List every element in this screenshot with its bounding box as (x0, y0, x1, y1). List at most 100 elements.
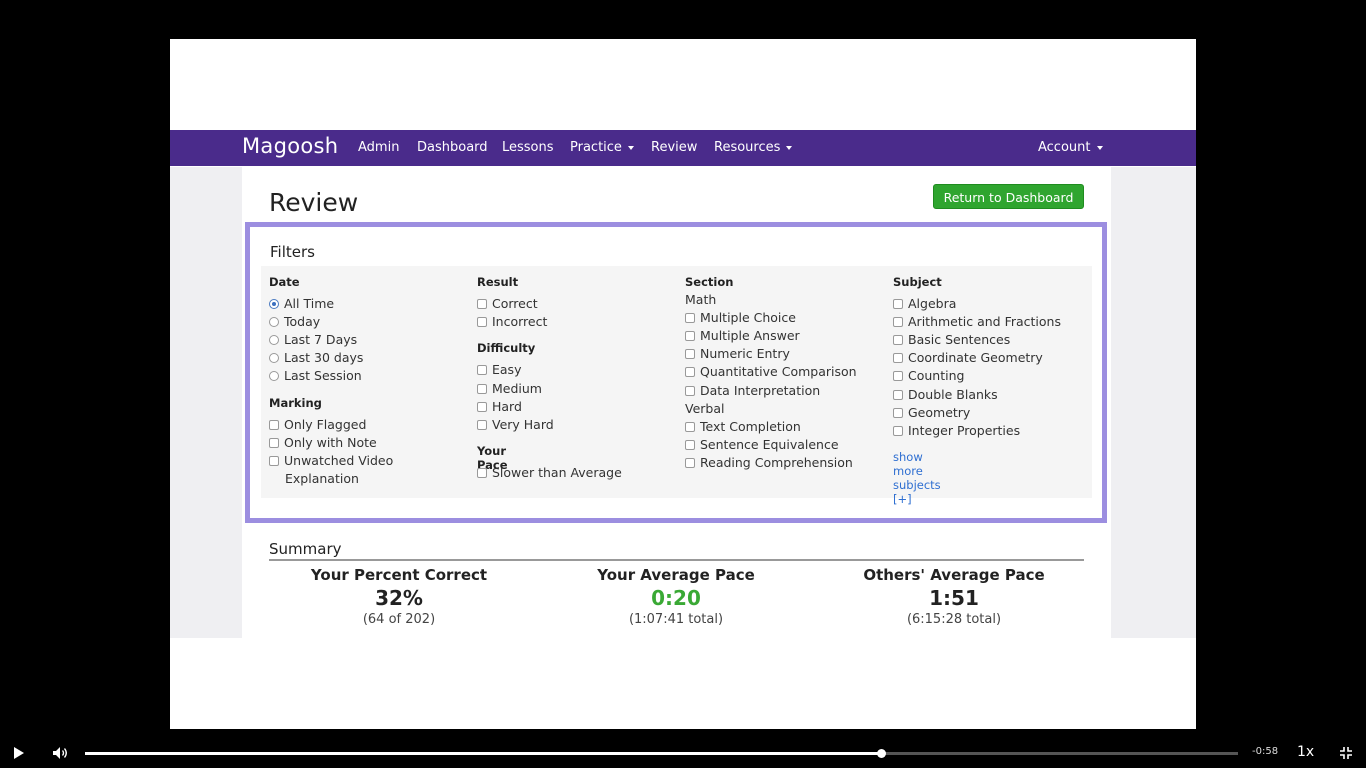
nav-lessons[interactable]: Lessons (502, 140, 554, 155)
progress-track[interactable] (85, 749, 1238, 758)
checkbox-icon[interactable] (477, 468, 487, 478)
chevron-down-icon (1096, 145, 1103, 150)
checkbox-icon[interactable] (477, 384, 487, 394)
difficulty-easy[interactable]: Easy (477, 362, 521, 377)
checkbox-icon[interactable] (893, 408, 903, 418)
checkbox-icon[interactable] (893, 390, 903, 400)
progress-fill (85, 752, 881, 755)
section-reading-comprehension[interactable]: Reading Comprehension (685, 455, 853, 470)
checkbox-icon[interactable] (477, 365, 487, 375)
checkbox-icon[interactable] (477, 420, 487, 430)
pace-slower-than-average[interactable]: Slower than Average (477, 465, 622, 480)
option-label: Correct (492, 296, 538, 311)
checkbox-icon[interactable] (685, 386, 695, 396)
checkbox-icon[interactable] (269, 456, 279, 466)
result-label: Result (477, 275, 519, 289)
option-label: Basic Sentences (908, 332, 1011, 347)
checkbox-icon[interactable] (685, 313, 695, 323)
subject-label: Subject (893, 275, 942, 289)
checkbox-icon[interactable] (893, 371, 903, 381)
checkbox-icon[interactable] (893, 353, 903, 363)
difficulty-very-hard[interactable]: Very Hard (477, 417, 554, 432)
checkbox-icon[interactable] (893, 426, 903, 436)
volume-icon[interactable] (52, 746, 68, 760)
subject-geometry[interactable]: Geometry (893, 405, 970, 420)
checkbox-icon[interactable] (477, 317, 487, 327)
option-label: Multiple Answer (700, 328, 800, 343)
section-text-completion[interactable]: Text Completion (685, 419, 801, 434)
option-label: Last 7 Days (284, 332, 358, 347)
subject-integer-properties[interactable]: Integer Properties (893, 423, 1020, 438)
difficulty-medium[interactable]: Medium (477, 381, 542, 396)
progress-handle[interactable] (876, 749, 886, 758)
date-option-last-7-days[interactable]: Last 7 Days (269, 332, 357, 347)
checkbox-icon[interactable] (685, 331, 695, 341)
difficulty-hard[interactable]: Hard (477, 399, 522, 414)
marking-label: Marking (269, 396, 322, 410)
date-label: Date (269, 275, 300, 289)
radio-selected-icon[interactable] (269, 299, 279, 309)
nav-admin[interactable]: Admin (358, 140, 399, 155)
option-label: Hard (492, 399, 522, 414)
nav-account[interactable]: Account (1038, 140, 1103, 155)
checkbox-icon[interactable] (893, 335, 903, 345)
marking-only-flagged[interactable]: Only Flagged (269, 417, 366, 432)
exit-fullscreen-icon[interactable] (1339, 746, 1353, 760)
option-label: Geometry (908, 405, 971, 420)
checkbox-icon[interactable] (477, 402, 487, 412)
playback-speed-button[interactable]: 1x (1297, 744, 1314, 760)
section-numeric-entry[interactable]: Numeric Entry (685, 346, 790, 361)
section-data-interpretation[interactable]: Data Interpretation (685, 383, 820, 398)
subject-arithmetic-fractions[interactable]: Arithmetic and Fractions (893, 314, 1061, 329)
section-multiple-answer[interactable]: Multiple Answer (685, 328, 800, 343)
checkbox-icon[interactable] (685, 458, 695, 468)
checkbox-icon[interactable] (893, 299, 903, 309)
subject-basic-sentences[interactable]: Basic Sentences (893, 332, 1010, 347)
checkbox-icon[interactable] (685, 349, 695, 359)
date-option-last-session[interactable]: Last Session (269, 368, 362, 383)
subject-algebra[interactable]: Algebra (893, 296, 956, 311)
filters-title: Filters (270, 243, 315, 261)
option-label: Algebra (908, 296, 957, 311)
magoosh-logo[interactable]: Magoosh (242, 134, 338, 158)
subject-coordinate-geometry[interactable]: Coordinate Geometry (893, 350, 1043, 365)
section-quantitative-comparison[interactable]: Quantitative Comparison (685, 364, 857, 379)
page-title: Review (269, 188, 359, 217)
return-to-dashboard-button[interactable]: Return to Dashboard (933, 184, 1084, 209)
review-page: Review Return to Dashboard Filters Date … (242, 167, 1111, 638)
section-multiple-choice[interactable]: Multiple Choice (685, 310, 796, 325)
radio-icon[interactable] (269, 335, 279, 345)
radio-icon[interactable] (269, 317, 279, 327)
date-option-last-30-days[interactable]: Last 30 days (269, 350, 363, 365)
show-more-subjects-link[interactable]: show more subjects [+] (893, 450, 941, 506)
checkbox-icon[interactable] (685, 367, 695, 377)
checkbox-icon[interactable] (685, 422, 695, 432)
result-correct[interactable]: Correct (477, 296, 538, 311)
stat-value: 1:51 (929, 586, 979, 610)
option-label: Text Completion (700, 419, 801, 434)
nav-review[interactable]: Review (651, 140, 697, 155)
result-incorrect[interactable]: Incorrect (477, 314, 547, 329)
play-icon[interactable] (14, 747, 24, 759)
section-sentence-equivalence[interactable]: Sentence Equivalence (685, 437, 839, 452)
checkbox-icon[interactable] (685, 440, 695, 450)
checkbox-icon[interactable] (269, 420, 279, 430)
nav-resources[interactable]: Resources (714, 140, 793, 155)
date-option-all-time[interactable]: All Time (269, 296, 334, 311)
nav-practice[interactable]: Practice (570, 140, 634, 155)
option-label: Only Flagged (284, 417, 367, 432)
marking-unwatched-video[interactable]: Unwatched Video (269, 453, 393, 468)
radio-icon[interactable] (269, 353, 279, 363)
stat-label: Others' Average Pace (863, 566, 1045, 584)
date-option-today[interactable]: Today (269, 314, 320, 329)
option-label: Numeric Entry (700, 346, 790, 361)
checkbox-icon[interactable] (269, 438, 279, 448)
checkbox-icon[interactable] (893, 317, 903, 327)
subject-counting[interactable]: Counting (893, 368, 964, 383)
subject-double-blanks[interactable]: Double Blanks (893, 387, 998, 402)
nav-dashboard[interactable]: Dashboard (417, 140, 488, 155)
checkbox-icon[interactable] (477, 299, 487, 309)
stat-value: 32% (375, 586, 423, 610)
radio-icon[interactable] (269, 371, 279, 381)
marking-only-with-note[interactable]: Only with Note (269, 435, 377, 450)
